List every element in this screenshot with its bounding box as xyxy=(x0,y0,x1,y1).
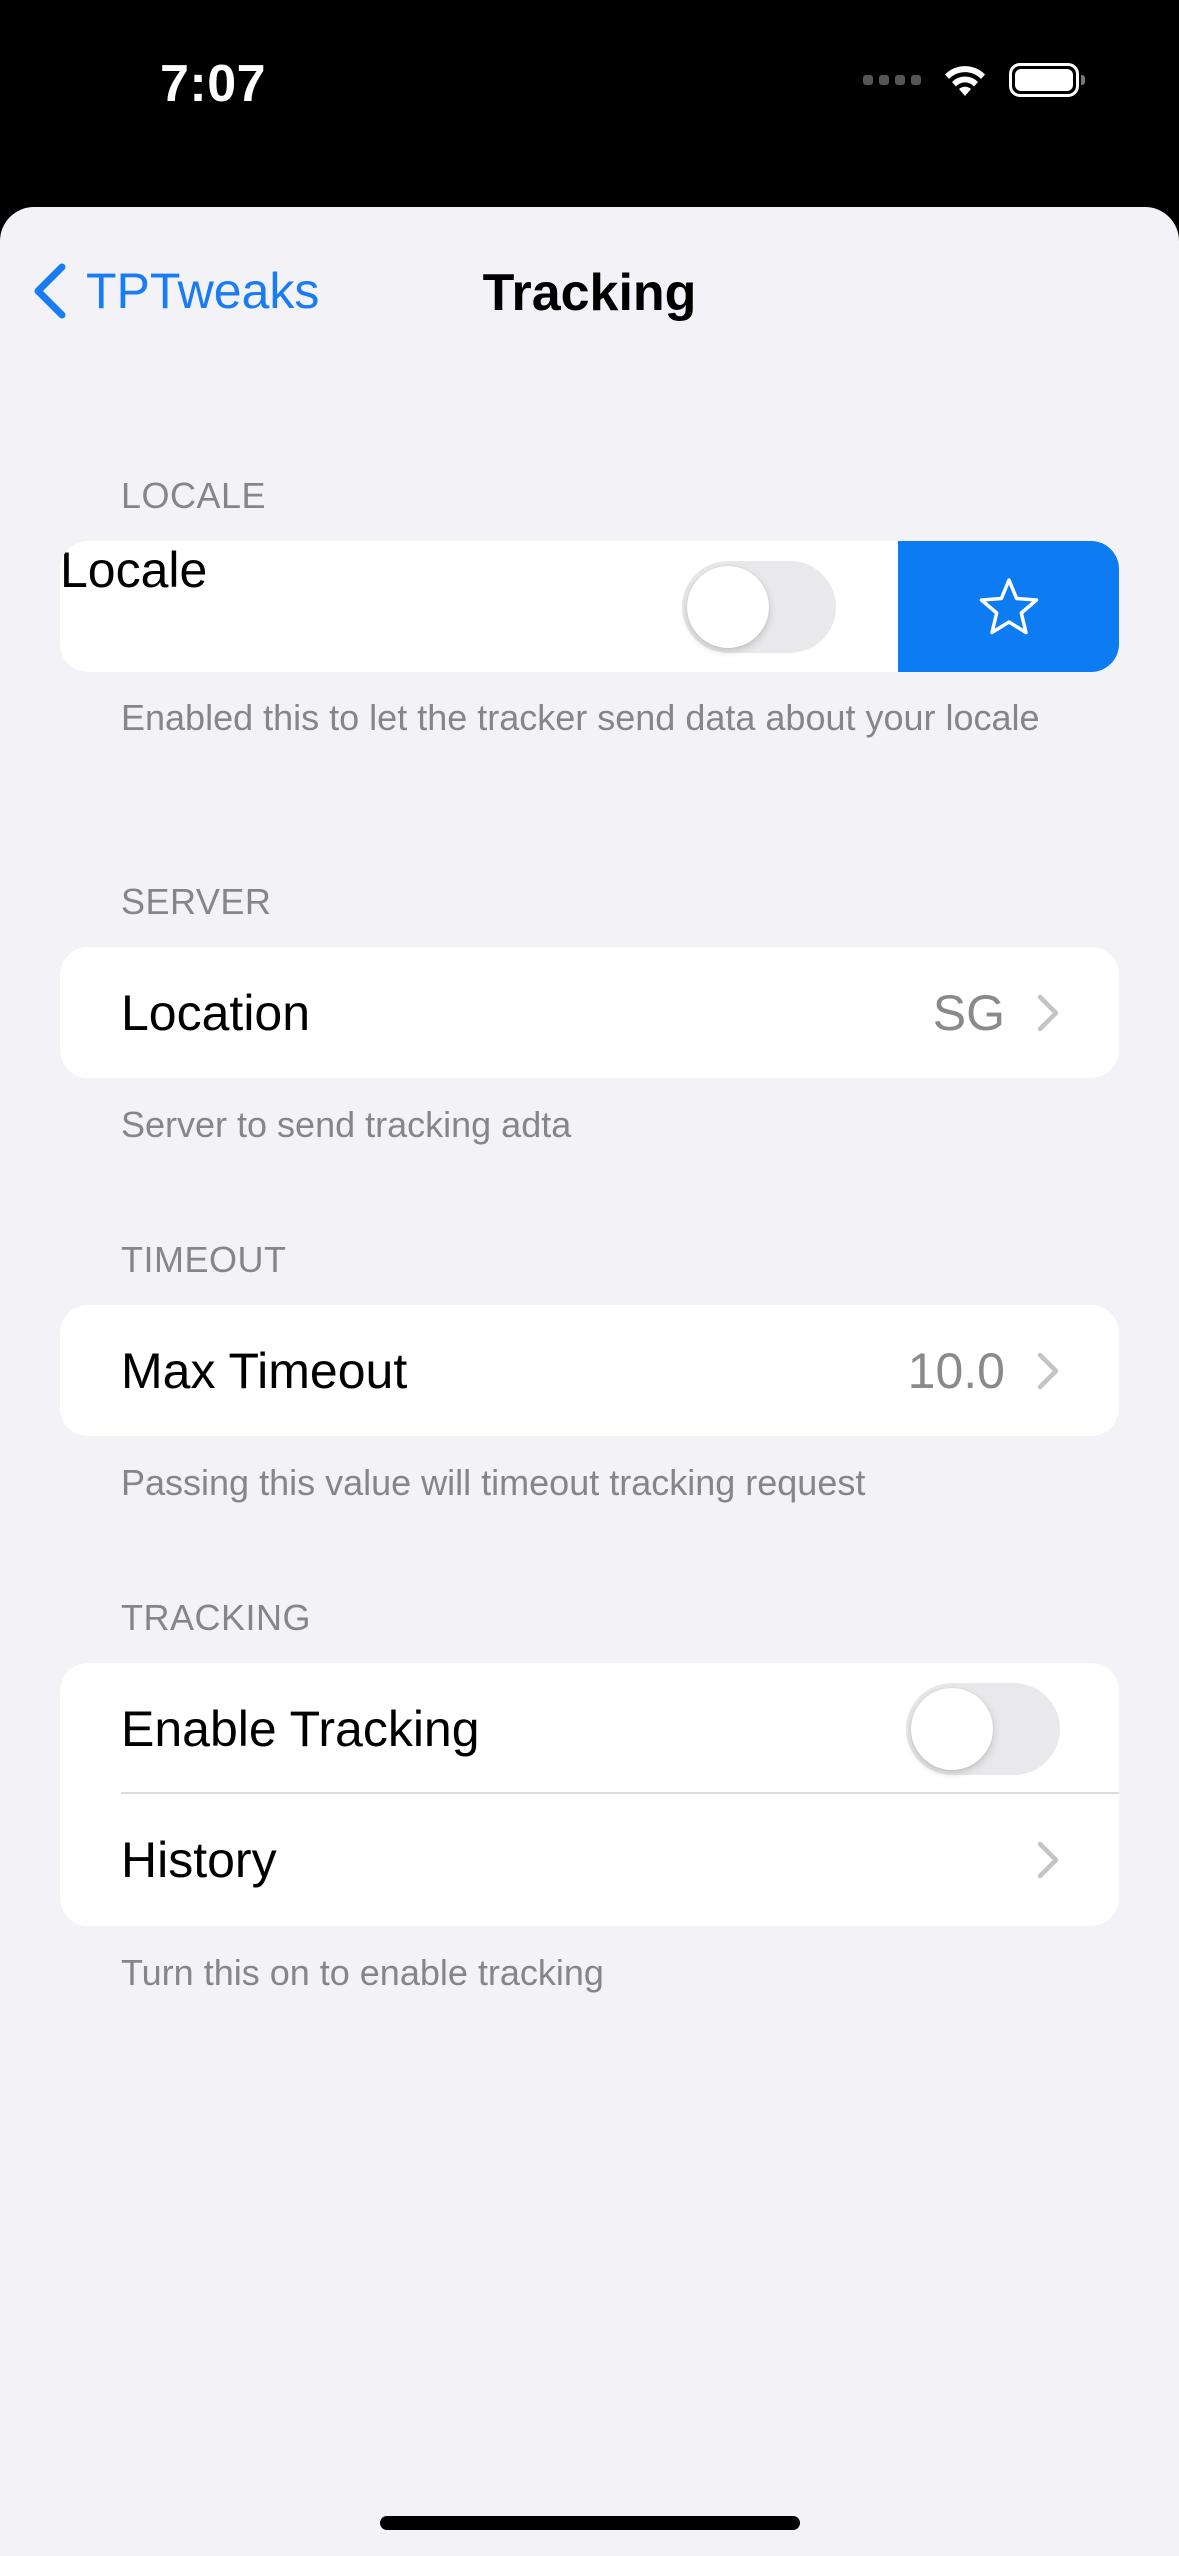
section-header-locale: LOCALE xyxy=(121,475,267,516)
status-time: 7:07 xyxy=(160,55,267,113)
cellular-signal-icon xyxy=(863,75,921,85)
back-button-label: TPTweaks xyxy=(86,263,320,319)
chevron-left-icon xyxy=(34,263,66,319)
history-label: History xyxy=(121,1831,277,1888)
settings-sheet: Tracking TPTweaks LOCALE Locale Enabled xyxy=(0,207,1179,2556)
section-footer-locale: Enabled this to let the tracker send dat… xyxy=(121,697,1040,738)
section-footer-tracking: Turn this on to enable tracking xyxy=(121,1952,604,1993)
enable-tracking-label: Enable Tracking xyxy=(121,1700,480,1757)
location-row[interactable]: Location SG xyxy=(60,947,1119,1078)
toggle-knob xyxy=(911,1688,993,1770)
locale-label: Locale xyxy=(60,542,208,598)
chevron-right-icon xyxy=(1037,1841,1059,1878)
home-indicator xyxy=(380,2516,800,2530)
max-timeout-value: 10.0 xyxy=(907,1342,1005,1399)
navigation-bar: Tracking TPTweaks xyxy=(0,207,1179,377)
locale-row[interactable]: Locale xyxy=(60,541,1119,672)
section-header-tracking: TRACKING xyxy=(121,1597,312,1638)
location-label: Location xyxy=(121,984,311,1041)
status-icons xyxy=(863,62,1085,98)
section-header-server: SERVER xyxy=(121,881,272,922)
location-value: SG xyxy=(932,984,1005,1041)
status-bar: 7:07 xyxy=(0,0,1179,207)
enable-tracking-toggle[interactable] xyxy=(906,1683,1060,1775)
server-group: Location SG xyxy=(60,947,1119,1078)
max-timeout-label: Max Timeout xyxy=(121,1342,408,1399)
star-icon xyxy=(979,577,1038,634)
tracking-group: Enable Tracking History xyxy=(60,1663,1119,1926)
wifi-icon xyxy=(945,66,985,96)
timeout-group: Max Timeout 10.0 xyxy=(60,1305,1119,1436)
max-timeout-row[interactable]: Max Timeout 10.0 xyxy=(60,1305,1119,1436)
section-footer-server: Server to send tracking adta xyxy=(121,1104,572,1145)
history-row[interactable]: History xyxy=(60,1794,1119,1925)
favorite-action-button[interactable] xyxy=(898,541,1119,672)
locale-group: Locale xyxy=(60,541,1119,672)
battery-icon xyxy=(1009,63,1085,97)
section-header-timeout: TIMEOUT xyxy=(121,1239,287,1280)
chevron-right-icon xyxy=(1037,994,1059,1031)
toggle-knob xyxy=(687,566,769,648)
locale-toggle[interactable] xyxy=(682,561,836,653)
enable-tracking-row: Enable Tracking xyxy=(60,1663,1119,1794)
back-button[interactable]: TPTweaks xyxy=(24,259,319,323)
section-footer-timeout: Passing this value will timeout tracking… xyxy=(121,1462,866,1503)
chevron-right-icon xyxy=(1037,1352,1059,1389)
